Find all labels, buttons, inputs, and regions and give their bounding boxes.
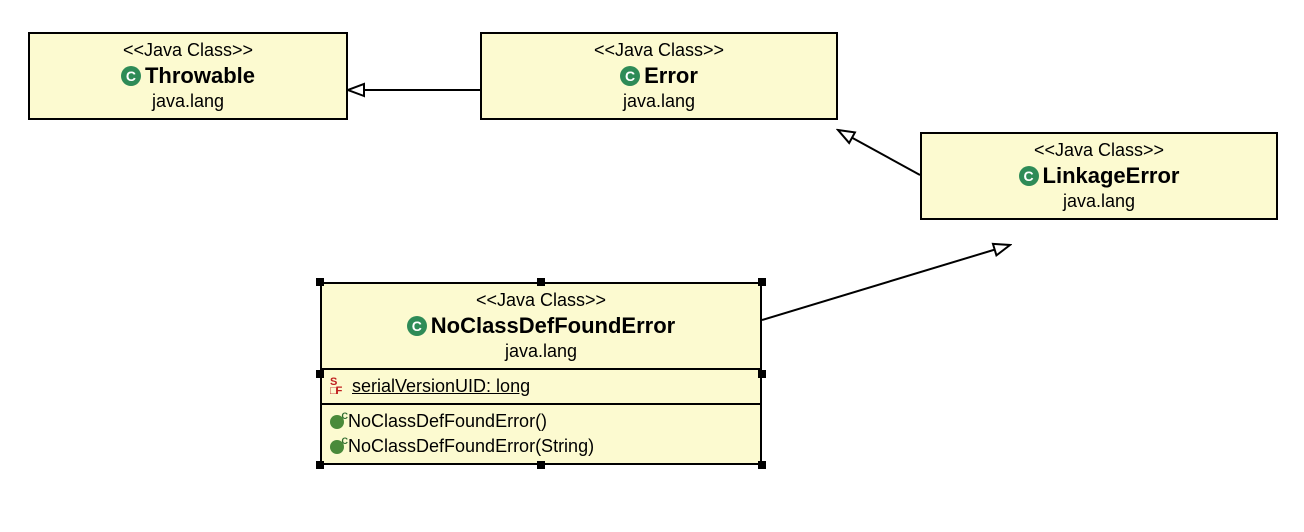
constructor-icon — [330, 415, 344, 429]
selection-handle[interactable] — [758, 461, 766, 469]
class-icon: C — [620, 66, 640, 86]
selection-handle[interactable] — [758, 278, 766, 286]
class-header: <<Java Class>> C NoClassDefFoundError ja… — [322, 284, 760, 368]
edge-linkage-to-error — [838, 130, 920, 175]
field-text: serialVersionUID: long — [352, 376, 530, 397]
class-icon: C — [407, 316, 427, 336]
selection-handle[interactable] — [758, 370, 766, 378]
class-icon: C — [1019, 166, 1039, 186]
constructor-text: NoClassDefFoundError() — [348, 411, 547, 432]
class-name: LinkageError — [1043, 163, 1180, 189]
edge-noclassdef-to-linkage — [762, 245, 1010, 320]
class-header: <<Java Class>> C Throwable java.lang — [30, 34, 346, 118]
class-name: Throwable — [145, 63, 255, 89]
selection-handle[interactable] — [537, 278, 545, 286]
class-header: <<Java Class>> C LinkageError java.lang — [922, 134, 1276, 218]
static-final-icon: S□F — [330, 378, 348, 396]
class-header: <<Java Class>> C Error java.lang — [482, 34, 836, 118]
package-label: java.lang — [492, 91, 826, 112]
selection-handle[interactable] — [316, 370, 324, 378]
class-linkageerror[interactable]: <<Java Class>> C LinkageError java.lang — [920, 132, 1278, 220]
stereotype-label: <<Java Class>> — [332, 290, 750, 311]
selection-handle[interactable] — [316, 461, 324, 469]
constructor-row[interactable]: NoClassDefFoundError(String) — [330, 434, 752, 459]
constructor-text: NoClassDefFoundError(String) — [348, 436, 594, 457]
class-name: Error — [644, 63, 698, 89]
package-label: java.lang — [932, 191, 1266, 212]
package-label: java.lang — [40, 91, 336, 112]
class-error[interactable]: <<Java Class>> C Error java.lang — [480, 32, 838, 120]
class-icon: C — [121, 66, 141, 86]
fields-compartment: S□F serialVersionUID: long — [322, 368, 760, 403]
class-name: NoClassDefFoundError — [431, 313, 675, 339]
selection-handle[interactable] — [537, 461, 545, 469]
class-noclassdeffounderror[interactable]: <<Java Class>> C NoClassDefFoundError ja… — [320, 282, 762, 465]
stereotype-label: <<Java Class>> — [932, 140, 1266, 161]
diagram-canvas[interactable]: <<Java Class>> C Throwable java.lang <<J… — [0, 0, 1304, 532]
package-label: java.lang — [332, 341, 750, 362]
stereotype-label: <<Java Class>> — [40, 40, 336, 61]
selection-handle[interactable] — [316, 278, 324, 286]
field-row[interactable]: S□F serialVersionUID: long — [330, 374, 752, 399]
constructor-row[interactable]: NoClassDefFoundError() — [330, 409, 752, 434]
constructor-icon — [330, 440, 344, 454]
class-throwable[interactable]: <<Java Class>> C Throwable java.lang — [28, 32, 348, 120]
methods-compartment: NoClassDefFoundError() NoClassDefFoundEr… — [322, 403, 760, 463]
stereotype-label: <<Java Class>> — [492, 40, 826, 61]
